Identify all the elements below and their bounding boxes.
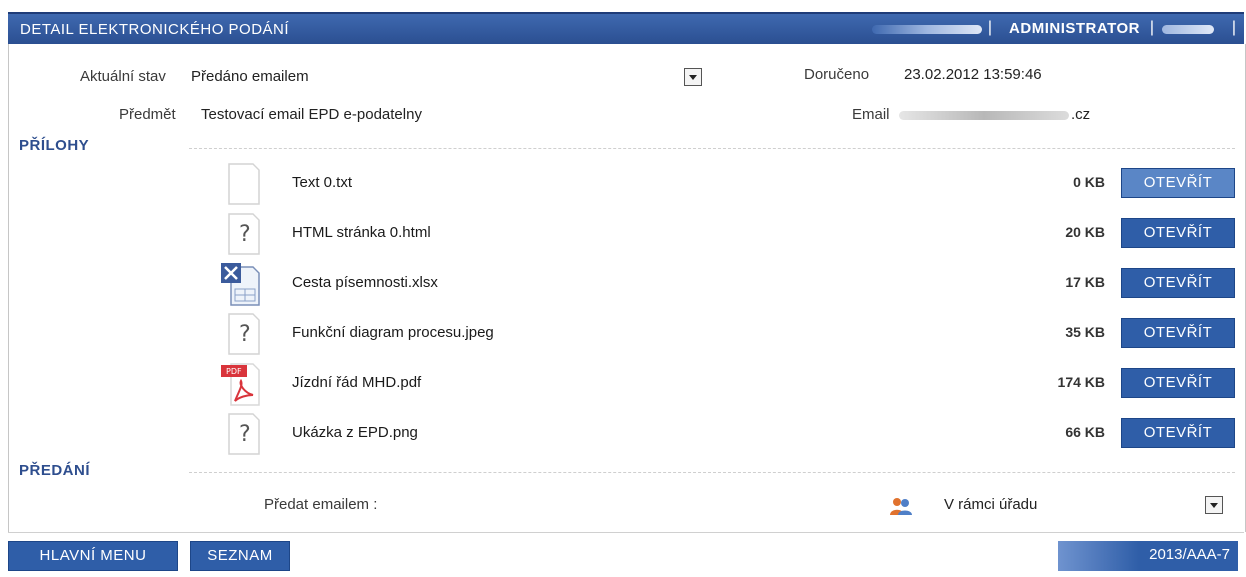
attachment-row: Text 0.txt 0 KB OTEVŘÍT [9, 159, 1245, 209]
delivered-label: Doručeno [804, 66, 870, 83]
attachment-size: 66 KB [1065, 424, 1105, 440]
svg-text:PDF: PDF [226, 367, 242, 376]
unknown-file-icon: ? [228, 313, 260, 355]
redacted-email [899, 111, 1069, 120]
scope-dropdown-icon[interactable] [1205, 496, 1223, 514]
state-value[interactable]: Předáno emailem [191, 68, 309, 85]
email-domain-suffix: .cz [1071, 106, 1091, 123]
attachment-name: Cesta písemnosti.xlsx [292, 274, 438, 291]
open-attachment-button[interactable]: OTEVŘÍT [1121, 418, 1235, 448]
email-label: Email [852, 106, 890, 123]
redacted-logout[interactable] [1162, 25, 1214, 34]
svg-text:?: ? [239, 422, 251, 447]
people-icon [890, 498, 912, 515]
attachment-size: 0 KB [1073, 174, 1105, 190]
attachment-name: HTML stránka 0.html [292, 224, 431, 241]
svg-text:?: ? [239, 322, 251, 347]
unknown-file-icon: ? [228, 413, 260, 455]
divider [189, 148, 1235, 149]
attachment-size: 35 KB [1065, 324, 1105, 340]
attachment-row: ? Funkční diagram procesu.jpeg 35 KB OTE… [9, 309, 1245, 359]
open-attachment-button[interactable]: OTEVŘÍT [1121, 268, 1235, 298]
attachment-row: Cesta písemnosti.xlsx 17 KB OTEVŘÍT [9, 259, 1245, 309]
open-attachment-button[interactable]: OTEVŘÍT [1121, 218, 1235, 248]
main-menu-button[interactable]: HLAVNÍ MENU [8, 541, 178, 571]
subject-label: Předmět [119, 106, 176, 123]
document-number: 2013/AAA-7 [1058, 541, 1238, 571]
open-attachment-button[interactable]: OTEVŘÍT [1121, 368, 1235, 398]
delivered-value: 23.02.2012 13:59:46 [904, 66, 1042, 83]
list-button[interactable]: SEZNAM [190, 541, 290, 571]
state-dropdown-icon[interactable] [684, 68, 702, 86]
footer-divider [8, 532, 1244, 533]
attachments-section-title: PŘÍLOHY [19, 137, 90, 154]
divider [189, 472, 1235, 473]
open-attachment-button[interactable]: OTEVŘÍT [1121, 168, 1235, 198]
state-label: Aktuální stav [80, 68, 166, 85]
svg-text:?: ? [239, 222, 251, 247]
handover-scope-value[interactable]: V rámci úřadu [944, 496, 1037, 513]
attachment-name: Text 0.txt [292, 174, 353, 191]
pdf-file-icon: PDF [221, 363, 260, 406]
unknown-file-icon: ? [228, 213, 260, 255]
title-bar: DETAIL ELEKTRONICKÉHO PODÁNÍ | ADMINISTR… [8, 12, 1244, 44]
handover-section-title: PŘEDÁNÍ [19, 462, 91, 479]
text-file-icon [228, 163, 260, 205]
user-role[interactable]: ADMINISTRATOR [1009, 20, 1140, 37]
separator: | [1149, 19, 1154, 36]
open-attachment-button[interactable]: OTEVŘÍT [1121, 318, 1235, 348]
attachment-row: ? Ukázka z EPD.png 66 KB OTEVŘÍT [9, 409, 1245, 459]
subject-value: Testovací email EPD e-podatelny [201, 106, 422, 123]
separator: | [987, 19, 992, 36]
attachment-size: 17 KB [1065, 274, 1105, 290]
attachment-name: Funkční diagram procesu.jpeg [292, 324, 494, 341]
separator: | [1231, 19, 1236, 36]
excel-file-icon [221, 263, 260, 306]
attachment-size: 174 KB [1057, 374, 1105, 390]
forward-email-label: Předat emailem : [264, 496, 378, 513]
attachment-size: 20 KB [1065, 224, 1105, 240]
attachment-row: PDF Jízdní řád MHD.pdf 174 KB OTEVŘÍT [9, 359, 1245, 409]
attachment-name: Ukázka z EPD.png [292, 424, 418, 441]
attachment-name: Jízdní řád MHD.pdf [292, 374, 422, 391]
page-title: DETAIL ELEKTRONICKÉHO PODÁNÍ [20, 21, 290, 38]
attachment-row: ? HTML stránka 0.html 20 KB OTEVŘÍT [9, 209, 1245, 259]
redacted-username [872, 25, 982, 34]
detail-panel: Aktuální stav Předáno emailem Předmět Te… [8, 44, 1246, 532]
